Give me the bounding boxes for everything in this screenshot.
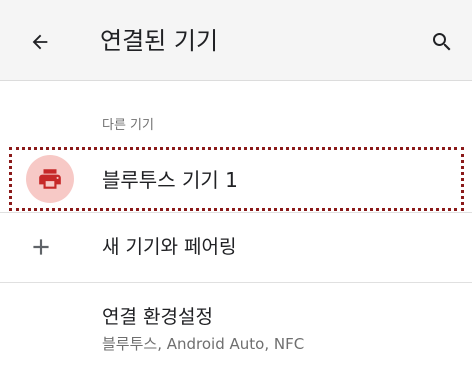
back-button[interactable] [22, 24, 58, 60]
section-header-other-devices: 다른 기기 [102, 118, 154, 133]
printer-icon [39, 169, 61, 189]
search-icon [433, 33, 451, 51]
connection-preferences-summary: 블루투스, Android Auto, NFC [102, 335, 305, 353]
divider [0, 212, 472, 213]
app-bar: 연결된 기기 [0, 0, 472, 81]
search-button[interactable] [424, 24, 460, 60]
page-title: 연결된 기기 [100, 27, 219, 55]
pair-new-device-label: 새 기기와 페어링 [102, 236, 237, 258]
device-icon-circle [26, 155, 74, 203]
connection-preferences-title: 연결 환경설정 [102, 306, 213, 328]
pair-new-device-item[interactable]: 새 기기와 페어링 [0, 214, 472, 280]
device-name: 블루투스 기기 1 [102, 168, 238, 192]
plus-icon [33, 239, 49, 255]
arrow-back-icon [32, 34, 48, 50]
divider [0, 282, 472, 283]
device-list-item[interactable]: 블루투스 기기 1 [0, 143, 472, 212]
connection-preferences-item[interactable]: 연결 환경설정 블루투스, Android Auto, NFC [0, 284, 472, 364]
